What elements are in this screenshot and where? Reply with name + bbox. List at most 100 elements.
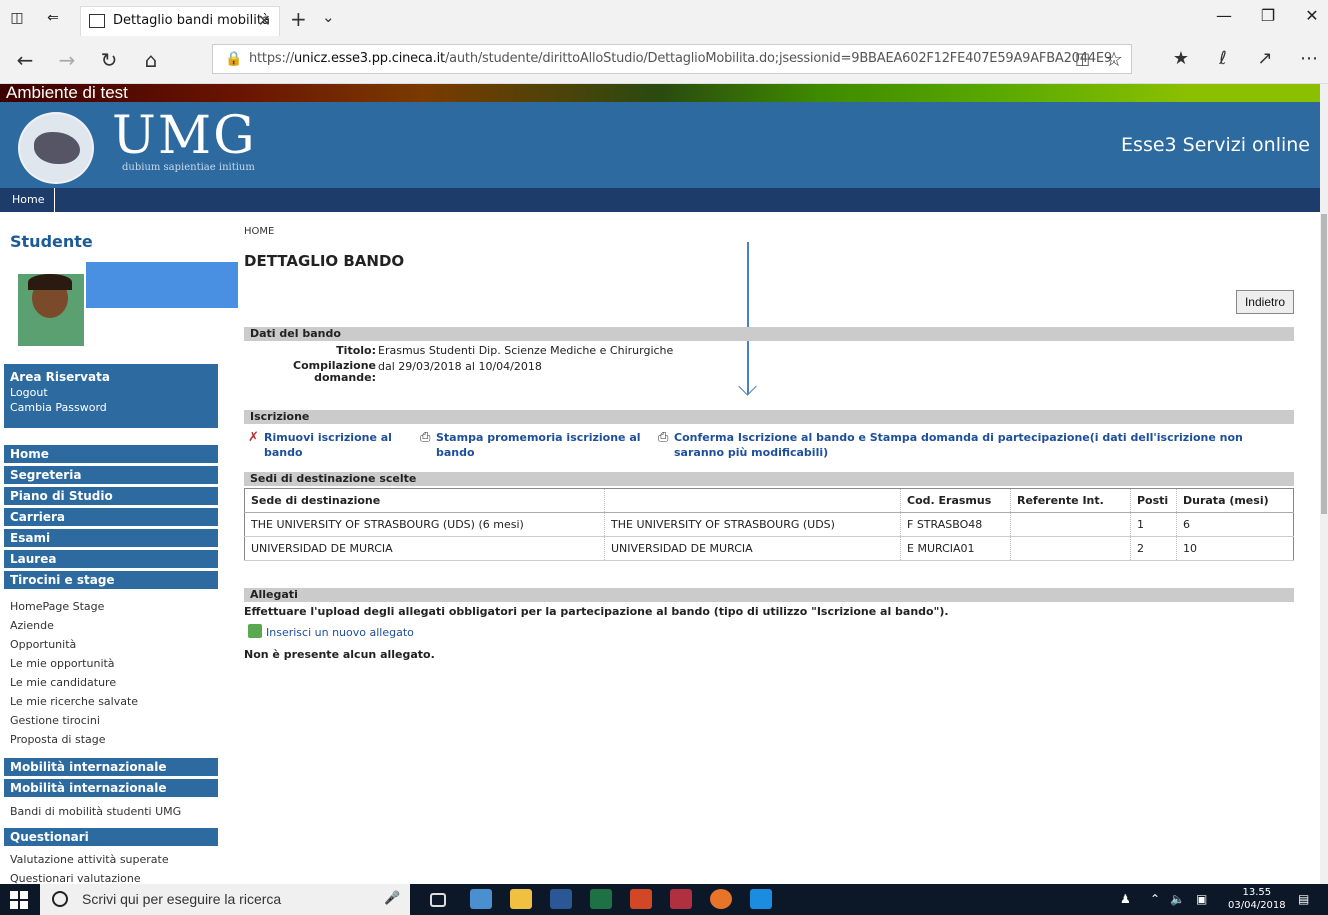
media-app-icon[interactable] (670, 889, 692, 909)
sidebar-sub-proposta-stage[interactable]: Proposta di stage (10, 733, 106, 746)
more-menu-icon[interactable]: ⋯ (1296, 48, 1322, 69)
logout-link[interactable]: Logout (10, 385, 212, 400)
main-content: HOME DETTAGLIO BANDO Indietro Dati del b… (244, 212, 1294, 884)
edge-app-icon[interactable] (750, 889, 772, 909)
browser-tab[interactable]: Dettaglio bandi mobilità ✕ (80, 6, 280, 36)
col-sede-name (604, 488, 901, 513)
compilazione-label: Compilazione domande: (293, 359, 376, 384)
minimize-icon[interactable]: — (1212, 6, 1236, 25)
forward-arrow-icon[interactable]: → (54, 48, 80, 72)
tab-title: Dettaglio bandi mobilità (113, 13, 270, 28)
favorites-list-icon[interactable]: ★ (1168, 48, 1194, 69)
university-seal-logo[interactable] (18, 112, 94, 184)
volume-icon[interactable]: 🔈 (1170, 892, 1185, 906)
close-window-icon[interactable]: ✕ (1300, 6, 1324, 25)
annotation-arrow (740, 242, 756, 398)
outlook-app-icon[interactable] (630, 889, 652, 909)
breadcrumb[interactable]: HOME (244, 226, 274, 237)
col-posti: Posti (1130, 488, 1177, 513)
tray-chevron-icon[interactable]: ⌃ (1150, 892, 1160, 906)
sidebar-sub-gestione-tirocini[interactable]: Gestione tirocini (10, 714, 100, 727)
col-cod-erasmus: Cod. Erasmus (900, 488, 1011, 513)
upload-icon (248, 624, 262, 638)
sidebar-item-mobilita-2[interactable]: Mobilità internazionale (4, 778, 218, 797)
section-header-iscrizione: Iscrizione (244, 410, 1294, 424)
top-nav-home-link[interactable]: Home (0, 188, 56, 212)
sidebar-item-questionari[interactable]: Questionari (4, 827, 218, 846)
sidebar-sub-mie-opportunita[interactable]: Le mie opportunità (10, 657, 115, 670)
add-attachment-link[interactable]: Inserisci un nuovo allegato (266, 626, 414, 639)
sidebar-item-home[interactable]: Home (4, 444, 218, 463)
people-icon[interactable]: ♟ (1120, 892, 1131, 906)
new-tab-icon[interactable]: + (290, 7, 307, 31)
change-password-link[interactable]: Cambia Password (10, 400, 212, 415)
microphone-icon[interactable]: 🎤 (384, 891, 400, 906)
sidebar-sub-opportunita[interactable]: Opportunità (10, 638, 76, 651)
tab-preview-icon[interactable]: ◫ (8, 9, 26, 27)
chevron-down-icon[interactable]: ⌄ (322, 8, 335, 26)
sidebar-sub-bandi-mobilita[interactable]: Bandi di mobilità studenti UMG (10, 805, 181, 818)
top-nav: Home (0, 188, 1320, 212)
logo-text[interactable]: UMG (112, 106, 257, 166)
section-header-allegati: Allegati (244, 588, 1294, 602)
sidebar-sub-valutazione[interactable]: Valutazione attività superate (10, 853, 169, 866)
share-icon[interactable]: ↗ (1252, 48, 1278, 69)
sidebar-sub-homepage-stage[interactable]: HomePage Stage (10, 600, 104, 613)
firefox-app-icon[interactable] (710, 889, 732, 909)
taskbar-clock[interactable]: 13.55 03/04/2018 (1228, 886, 1286, 912)
sidebar-sub-ricerche-salvate[interactable]: Le mie ricerche salvate (10, 695, 138, 708)
taskbar-search-box[interactable]: Scrivi qui per eseguire la ricerca 🎤 (40, 884, 410, 915)
excel-app-icon[interactable] (590, 889, 612, 909)
sidebar-item-piano-di-studio[interactable]: Piano di Studio (4, 486, 218, 505)
windows-start-icon[interactable] (10, 891, 28, 909)
back-button[interactable]: Indietro (1235, 290, 1294, 314)
section-header-dati: Dati del bando (244, 327, 1294, 341)
file-explorer-icon[interactable] (510, 889, 532, 909)
cell-sede-name: UNIVERSIDAD DE MURCIA (604, 536, 901, 561)
task-view-icon[interactable] (430, 893, 446, 907)
destinations-table: Sede di destinazione Cod. Erasmus Refere… (244, 488, 1294, 561)
cell-cod-erasmus: E MURCIA01 (900, 536, 1011, 561)
taskbar-search-placeholder: Scrivi qui per eseguire la ricerca (82, 891, 282, 907)
reserved-area-title: Area Riservata (10, 370, 110, 384)
sidebar-sub-aziende[interactable]: Aziende (10, 619, 54, 632)
sidebar-sub-mie-candidature[interactable]: Le mie candidature (10, 676, 116, 689)
remove-enrollment-link[interactable]: Rimuovi iscrizione al bando (264, 430, 408, 460)
page-title: DETTAGLIO BANDO (244, 252, 405, 270)
word-app-icon[interactable] (550, 889, 572, 909)
home-icon[interactable]: ⌂ (138, 48, 164, 72)
windows-taskbar: Scrivi qui per eseguire la ricerca 🎤 ♟ ⌃… (0, 884, 1328, 915)
notifications-icon[interactable]: ▤ (1298, 892, 1309, 906)
pen-notes-icon[interactable]: ℓ (1210, 48, 1236, 69)
no-attachment-text: Non è presente alcun allegato. (244, 648, 435, 661)
print-reminder-link[interactable]: Stampa promemoria iscrizione al bando (436, 430, 650, 460)
cell-cod-erasmus: F STRASBO48 (900, 512, 1011, 537)
sidebar-item-esami[interactable]: Esami (4, 528, 218, 547)
tabs-aside-icon[interactable]: ⇐ (44, 9, 62, 27)
back-arrow-icon[interactable]: ← (12, 48, 38, 72)
refresh-icon[interactable]: ↻ (96, 48, 122, 72)
test-banner-label: Ambiente di test (6, 83, 128, 102)
titolo-value: Erasmus Studenti Dip. Scienze Mediche e … (378, 344, 674, 357)
sidebar-item-segreteria[interactable]: Segreteria (4, 465, 218, 484)
network-icon[interactable]: ▣ (1196, 892, 1207, 906)
sidebar-item-carriera[interactable]: Carriera (4, 507, 218, 526)
store-app-icon[interactable] (470, 889, 492, 909)
service-title: Esse3 Servizi online (1121, 134, 1310, 156)
sidebar-item-laurea[interactable]: Laurea (4, 549, 218, 568)
table-row: UNIVERSIDAD DE MURCIA UNIVERSIDAD DE MUR… (244, 536, 1294, 561)
confirm-enrollment-link[interactable]: Conferma Iscrizione al bando e Stampa do… (674, 430, 1294, 460)
url-field[interactable]: 🔒 https://unicz.esse3.pp.cineca.it/auth/… (212, 44, 1132, 74)
page-scrollbar[interactable] (1320, 84, 1328, 884)
sidebar-item-mobilita-1[interactable]: Mobilità internazionale (4, 757, 218, 776)
titolo-label: Titolo: (336, 344, 376, 357)
restore-icon[interactable]: ❐ (1256, 6, 1280, 25)
section-header-sedi: Sedi di destinazione scelte (244, 472, 1294, 486)
reading-view-icon[interactable]: ◫ (1075, 49, 1090, 68)
scrollbar-thumb[interactable] (1321, 214, 1327, 514)
cell-sede: THE UNIVERSITY OF STRASBOURG (UDS) (6 me… (244, 512, 605, 537)
col-durata: Durata (mesi) (1176, 488, 1294, 513)
sidebar-item-tirocini[interactable]: Tirocini e stage (4, 570, 218, 589)
favorite-star-icon[interactable]: ☆ (1105, 47, 1123, 71)
close-tab-icon[interactable]: ✕ (258, 11, 271, 30)
